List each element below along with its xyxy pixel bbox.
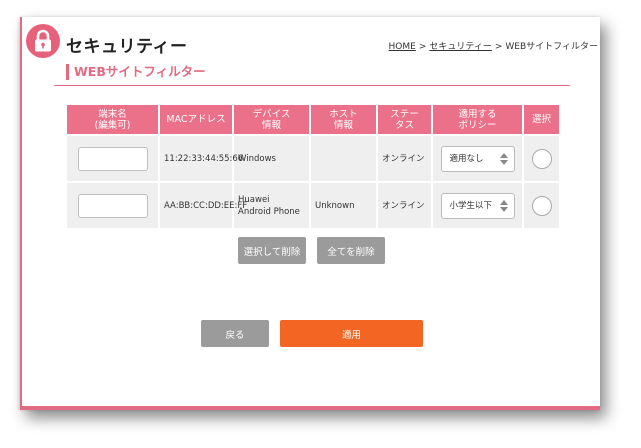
device-table: 端末名 (編集可) MACアドレス デバイス 情報 ホスト 情報 ステー タス 適用する… [67,105,559,228]
policy-select-value: 小学生以下 [449,200,493,211]
mac-address-cell: AA:BB:CC:DD:EE:FF [158,181,247,228]
policy-select[interactable]: 適用なし [440,145,515,172]
breadcrumb-security-link[interactable]: セキュリティー [429,42,491,52]
breadcrumb-home-link[interactable]: HOME [389,42,416,52]
breadcrumb: HOME > セキュリティー > WEBサイトフィルター [389,39,598,52]
column-header-device-info: デバイス 情報 [232,105,310,135]
policy-cell: 適用なし [431,134,523,182]
host-info-cell [309,134,377,182]
section-divider [54,85,570,86]
lock-icon [26,24,60,58]
page-title: セキュリティー [66,37,188,57]
delete-selected-button[interactable]: 選択して削除 [238,237,306,264]
column-header-host-info: ホスト 情報 [309,105,377,135]
status-cell: オンライン [376,134,432,182]
device-name-input[interactable] [77,193,148,218]
section-title: WEBサイトフィルター [66,64,206,80]
breadcrumb-separator: > [494,42,503,52]
apply-button[interactable]: 適用 [280,320,423,347]
mac-address-cell: 11:22:33:44:55:66 [158,134,243,182]
table-header-row: 端末名 (編集可) MACアドレス デバイス 情報 ホスト 情報 ステー タス 適用する… [67,105,559,135]
row-select-radio[interactable] [531,195,552,216]
delete-all-button[interactable]: 全てを削除 [317,237,385,264]
column-header-mac-address: MACアドレス [158,105,233,135]
breadcrumb-separator: > [418,42,427,52]
status-cell: オンライン [376,181,432,228]
back-button[interactable]: 戻る [201,320,269,347]
device-name-cell [67,134,159,182]
device-info-cell: Windows [232,134,310,182]
device-info-cell: Huawei Android Phone [232,181,310,228]
host-info-cell: Unknown [309,181,377,228]
breadcrumb-current: WEBサイトフィルター [505,42,598,52]
policy-cell: 小学生以下 [431,181,523,228]
device-name-input[interactable] [77,146,148,171]
up-down-arrows-icon [499,152,508,165]
column-header-select: 選択 [522,105,559,135]
policy-select[interactable]: 小学生以下 [440,192,515,219]
policy-select-value: 適用なし [449,153,484,164]
column-header-device-name: 端末名 (編集可) [67,105,159,135]
up-down-arrows-icon [499,199,508,212]
main-panel: セキュリティー HOME > セキュリティー > WEBサイトフィルター WEBサイトフ… [20,17,600,410]
column-header-status: ステー タス [376,105,432,135]
row-select-radio[interactable] [531,148,552,169]
select-cell [522,134,559,182]
table-row: 11:22:33:44:55:66 Windows オンライン 適用なし [67,134,559,182]
column-header-policy: 適用する ポリシー [431,105,523,135]
select-cell [522,181,559,228]
table-row: AA:BB:CC:DD:EE:FF Huawei Android Phone U… [67,181,559,228]
device-name-cell [67,181,159,228]
